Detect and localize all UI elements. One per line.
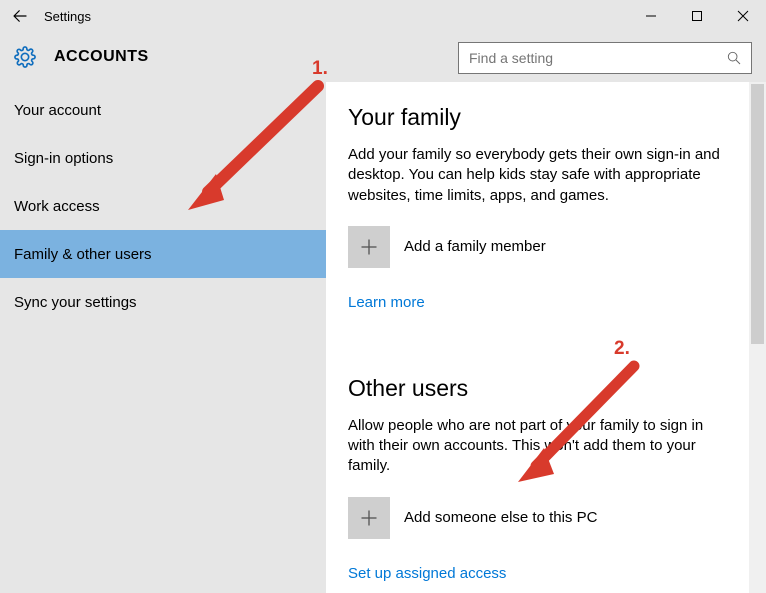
sidebar-item-label: Sync your settings <box>14 294 137 311</box>
close-icon <box>737 10 749 22</box>
sidebar-item-family-other-users[interactable]: Family & other users <box>0 230 326 278</box>
other-users-description: Allow people who are not part of your fa… <box>348 416 727 477</box>
window-title: Settings <box>44 9 91 24</box>
family-description: Add your family so everybody gets their … <box>348 145 727 206</box>
search-icon <box>717 43 751 73</box>
back-arrow-icon <box>11 7 29 25</box>
content-pane: Your family Add your family so everybody… <box>326 82 749 593</box>
search-input[interactable] <box>459 43 717 73</box>
maximize-button[interactable] <box>674 0 720 32</box>
plus-icon <box>348 226 390 268</box>
scroll-thumb[interactable] <box>751 84 764 344</box>
sidebar-item-label: Sign-in options <box>14 150 113 167</box>
scrollbar[interactable] <box>749 82 766 593</box>
minimize-icon <box>645 10 657 22</box>
close-button[interactable] <box>720 0 766 32</box>
header-row: ACCOUNTS <box>0 32 766 82</box>
minimize-button[interactable] <box>628 0 674 32</box>
family-heading: Your family <box>348 104 727 131</box>
annotation-number-1: 1. <box>312 58 328 80</box>
category-title: ACCOUNTS <box>54 48 149 66</box>
add-family-member-row[interactable]: Add a family member <box>348 226 727 268</box>
sidebar-item-sign-in-options[interactable]: Sign-in options <box>0 134 326 182</box>
annotation-number-2: 2. <box>614 338 630 360</box>
plus-icon <box>348 497 390 539</box>
add-other-user-label: Add someone else to this PC <box>404 509 597 526</box>
other-users-heading: Other users <box>348 375 727 402</box>
maximize-icon <box>691 10 703 22</box>
window-titlebar: Settings <box>0 0 766 32</box>
search-box[interactable] <box>458 42 752 74</box>
sidebar-item-label: Work access <box>14 198 100 215</box>
sidebar: Your account Sign-in options Work access… <box>0 82 326 593</box>
sidebar-item-work-access[interactable]: Work access <box>0 182 326 230</box>
assigned-access-link[interactable]: Set up assigned access <box>348 565 506 582</box>
sidebar-item-sync-your-settings[interactable]: Sync your settings <box>0 278 326 326</box>
sidebar-item-label: Family & other users <box>14 246 152 263</box>
gear-icon <box>14 46 36 68</box>
add-other-user-row[interactable]: Add someone else to this PC <box>348 497 727 539</box>
window-controls <box>628 0 766 32</box>
add-family-member-label: Add a family member <box>404 238 546 255</box>
sidebar-item-label: Your account <box>14 102 101 119</box>
learn-more-link[interactable]: Learn more <box>348 294 425 311</box>
back-button[interactable] <box>0 0 40 32</box>
sidebar-item-your-account[interactable]: Your account <box>0 86 326 134</box>
